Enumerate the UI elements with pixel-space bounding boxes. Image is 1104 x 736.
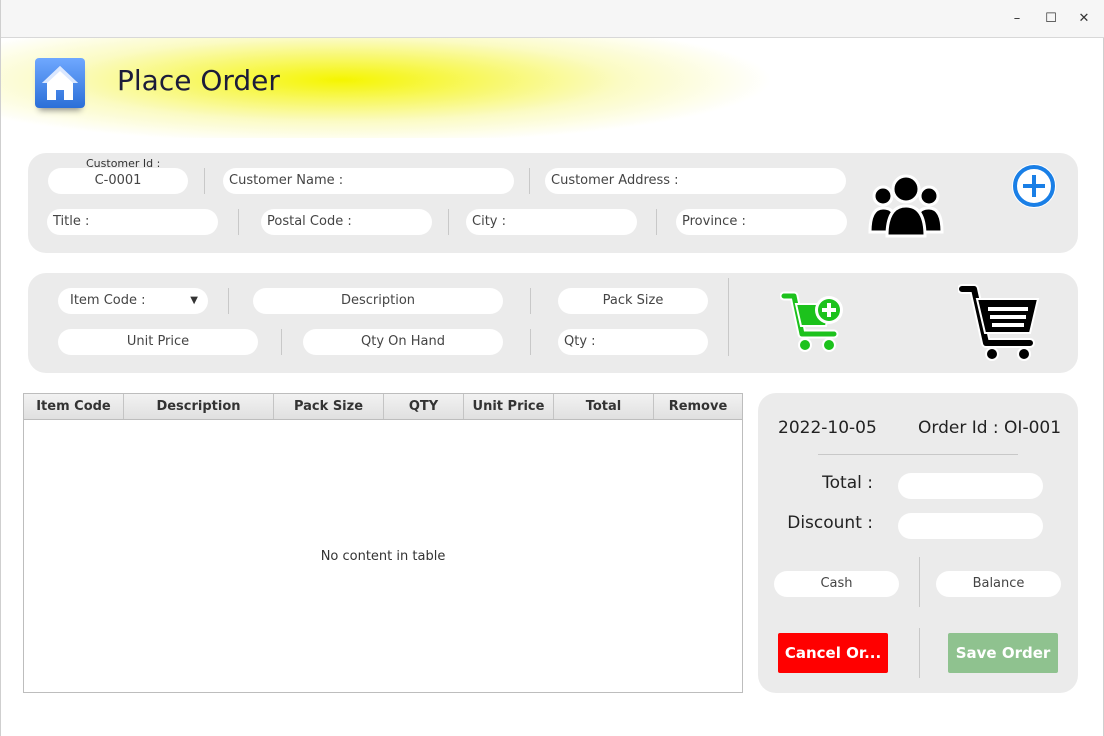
divider: [656, 209, 657, 235]
column-header-remove[interactable]: Remove: [654, 394, 742, 419]
plus-circle-icon[interactable]: [1010, 162, 1058, 210]
divider: [281, 329, 282, 355]
column-header-unit-price[interactable]: Unit Price: [464, 394, 554, 419]
page-title: Place Order: [117, 64, 280, 97]
discount-field[interactable]: [898, 513, 1043, 539]
customer-id-select[interactable]: C-0001: [48, 168, 188, 194]
item-code-select[interactable]: Item Code : ▼: [58, 288, 208, 314]
app-window: – ☐ ✕ Place Order Customer Id : C-0001 C…: [0, 0, 1104, 736]
order-id: Order Id : OI-001: [918, 418, 1062, 438]
empty-table-message: No content in table: [320, 549, 446, 564]
discount-label: Discount :: [787, 513, 873, 533]
cart-plus-icon[interactable]: [779, 290, 846, 356]
divider: [818, 454, 1018, 455]
divider: [448, 209, 449, 235]
city-field[interactable]: City :: [466, 209, 637, 235]
customer-address-field[interactable]: Customer Address :: [545, 168, 846, 194]
balance-field[interactable]: Balance: [936, 571, 1061, 597]
description-field[interactable]: Description: [253, 288, 503, 314]
qty-on-hand-field[interactable]: Qty On Hand: [303, 329, 503, 355]
column-header-pack-size[interactable]: Pack Size: [274, 394, 384, 419]
divider: [204, 168, 205, 194]
column-header-item-code[interactable]: Item Code: [24, 394, 124, 419]
item-code-label: Item Code :: [70, 293, 146, 308]
divider: [530, 329, 531, 355]
save-order-button[interactable]: Save Order: [948, 633, 1058, 673]
order-table[interactable]: Item Code Description Pack Size QTY Unit…: [23, 393, 743, 693]
divider: [529, 168, 530, 194]
cancel-order-button[interactable]: Cancel Or...: [778, 633, 888, 673]
total-label: Total :: [822, 473, 873, 493]
customer-name-field[interactable]: Customer Name :: [223, 168, 514, 194]
minimize-button[interactable]: –: [1006, 8, 1028, 30]
divider: [238, 209, 239, 235]
total-field: [898, 473, 1043, 499]
postal-code-field[interactable]: Postal Code :: [261, 209, 432, 235]
order-date: 2022-10-05: [778, 418, 877, 438]
title-bar: – ☐ ✕: [1, 0, 1104, 38]
close-button[interactable]: ✕: [1073, 8, 1095, 30]
chevron-down-icon: ▼: [190, 295, 198, 306]
maximize-button[interactable]: ☐: [1040, 8, 1062, 30]
divider: [728, 278, 729, 356]
home-icon[interactable]: [35, 58, 85, 108]
shopping-cart-icon[interactable]: [957, 283, 1044, 363]
divider: [919, 557, 920, 607]
province-field[interactable]: Province :: [676, 209, 847, 235]
qty-field[interactable]: Qty :: [558, 329, 708, 355]
column-header-total[interactable]: Total: [554, 394, 654, 419]
pack-size-field[interactable]: Pack Size: [558, 288, 708, 314]
divider: [919, 628, 920, 678]
title-field[interactable]: Title :: [47, 209, 218, 235]
cash-field[interactable]: Cash: [774, 571, 899, 597]
divider: [228, 288, 229, 314]
unit-price-field[interactable]: Unit Price: [58, 329, 258, 355]
users-icon[interactable]: [867, 172, 945, 240]
divider: [530, 288, 531, 314]
table-header: Item Code Description Pack Size QTY Unit…: [24, 394, 742, 420]
column-header-qty[interactable]: QTY: [384, 394, 464, 419]
column-header-description[interactable]: Description: [124, 394, 274, 419]
